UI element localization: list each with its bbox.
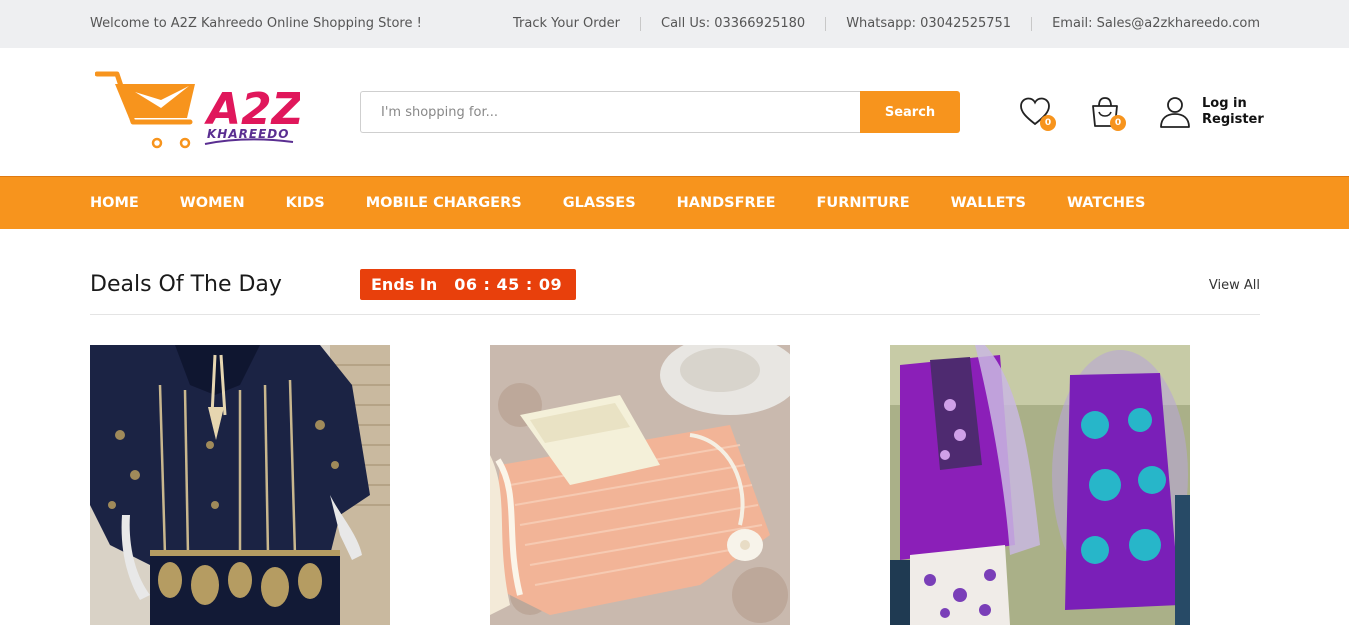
countdown-value: 06 : 45 : 09 (454, 275, 563, 294)
account-labels: Log in Register (1202, 96, 1264, 128)
divider (1031, 16, 1033, 31)
nav-item-glasses[interactable]: GLASSES (563, 195, 636, 211)
track-order-link[interactable]: Track Your Order (513, 16, 620, 31)
top-bar: Welcome to A2Z Kahreedo Online Shopping … (0, 0, 1349, 48)
nav-item-kids[interactable]: KIDS (286, 195, 325, 211)
cart-button[interactable]: 0 (1088, 95, 1126, 131)
section-divider (90, 314, 1260, 315)
wishlist-button[interactable]: 0 (1018, 95, 1056, 131)
search-button[interactable]: Search (860, 91, 960, 133)
whatsapp-text: Whatsapp: 03042525751 (846, 16, 1012, 31)
email-link[interactable]: Email: Sales@a2zkhareedo.com (1052, 16, 1260, 31)
welcome-text: Welcome to A2Z Kahreedo Online Shopping … (90, 16, 422, 31)
nav-item-handsfree[interactable]: HANDSFREE (677, 195, 776, 211)
nav-item-mobile-chargers[interactable]: MOBILE CHARGERS (366, 195, 522, 211)
section-title: Deals Of The Day (90, 272, 282, 297)
ends-in-label: Ends In (371, 275, 438, 294)
nav-item-watches[interactable]: WATCHES (1067, 195, 1145, 211)
wishlist-count-badge: 0 (1040, 115, 1056, 131)
product-image-kurta (90, 345, 390, 625)
call-us-text: Call Us: 03366925180 (661, 16, 806, 31)
product-card[interactable] (90, 345, 390, 625)
search-input[interactable] (360, 91, 860, 133)
login-link[interactable]: Log in (1202, 96, 1264, 112)
divider (825, 16, 827, 31)
product-card[interactable] (890, 345, 1190, 625)
cart-logo-icon: A2Z KHAREEDO (94, 71, 305, 149)
countdown-timer: Ends In 06 : 45 : 09 (360, 269, 577, 300)
top-links: Track Your Order Call Us: 03366925180 Wh… (513, 16, 1260, 31)
search-bar: Search (360, 91, 960, 133)
product-image-kids-dress (490, 345, 790, 625)
main-nav: HOME WOMEN KIDS MOBILE CHARGERS GLASSES … (0, 176, 1349, 229)
product-card[interactable] (490, 345, 790, 625)
nav-item-wallets[interactable]: WALLETS (951, 195, 1026, 211)
nav-item-home[interactable]: HOME (90, 195, 139, 211)
site-header: A2Z KHAREEDO Search 0 0 Log in Register (0, 48, 1349, 176)
site-logo[interactable]: A2Z KHAREEDO (94, 70, 305, 152)
product-image-lawn-suit (890, 345, 1190, 625)
nav-item-furniture[interactable]: FURNITURE (817, 195, 910, 211)
nav-list: HOME WOMEN KIDS MOBILE CHARGERS GLASSES … (90, 177, 1186, 229)
register-link[interactable]: Register (1202, 112, 1264, 128)
cart-count-badge: 0 (1110, 115, 1126, 131)
view-all-link[interactable]: View All (1209, 278, 1260, 293)
divider (640, 16, 641, 31)
account-menu[interactable]: Log in Register (1158, 95, 1264, 129)
nav-item-women[interactable]: WOMEN (180, 195, 245, 211)
user-icon (1160, 97, 1190, 128)
